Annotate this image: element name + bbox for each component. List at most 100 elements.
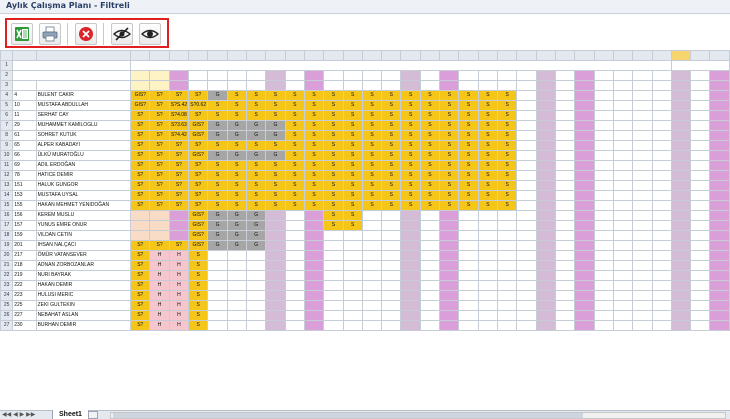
column-header[interactable]: [323, 50, 344, 61]
shift-cell[interactable]: [419, 290, 441, 301]
row-header[interactable]: 22: [0, 270, 14, 281]
shift-cell[interactable]: [574, 200, 595, 211]
shift-cell[interactable]: [342, 250, 363, 261]
shift-cell[interactable]: [651, 200, 672, 211]
shift-cell[interactable]: S: [245, 200, 267, 211]
day-header-cell[interactable]: [670, 80, 692, 91]
shift-cell[interactable]: S: [265, 90, 286, 101]
shift-cell[interactable]: [323, 310, 344, 321]
shift-cell[interactable]: [458, 210, 479, 221]
shift-cell[interactable]: [709, 320, 730, 331]
shift-cell[interactable]: S?S.42: [168, 100, 190, 111]
shift-cell[interactable]: S: [381, 150, 402, 161]
shift-cell[interactable]: S: [323, 100, 344, 111]
shift-cell[interactable]: [477, 220, 499, 231]
shift-cell[interactable]: [265, 300, 286, 311]
date-header-cell[interactable]: [516, 70, 537, 81]
sicil-cell[interactable]: 65: [12, 140, 37, 151]
name-cell[interactable]: BULENT CAKIR: [35, 90, 132, 101]
name-cell[interactable]: ÖMÜR VATANSEVER: [35, 250, 132, 261]
shift-cell[interactable]: S: [226, 140, 247, 151]
shift-cell[interactable]: [226, 250, 247, 261]
shift-cell[interactable]: [400, 310, 421, 321]
shift-cell[interactable]: S: [361, 170, 383, 181]
sicil-cell[interactable]: 222: [12, 280, 37, 291]
shift-cell[interactable]: [342, 260, 363, 271]
row-header[interactable]: 15: [0, 200, 14, 211]
shift-cell[interactable]: [323, 270, 344, 281]
shift-cell[interactable]: [612, 120, 634, 131]
shift-cell[interactable]: S: [381, 100, 402, 111]
shift-cell[interactable]: S: [361, 180, 383, 191]
row-header[interactable]: 12: [0, 170, 14, 181]
shift-cell[interactable]: S: [188, 280, 209, 291]
shift-cell[interactable]: S: [303, 180, 325, 191]
shift-cell[interactable]: S: [226, 200, 247, 211]
shift-cell[interactable]: [612, 280, 634, 291]
date-header-cell[interactable]: [303, 70, 325, 81]
shift-cell[interactable]: [516, 120, 537, 131]
select-all-corner[interactable]: [0, 50, 14, 61]
name-cell[interactable]: NURI BAYRAK: [35, 270, 132, 281]
shift-cell[interactable]: [323, 320, 344, 331]
shift-cell[interactable]: [651, 320, 672, 331]
shift-cell[interactable]: [207, 300, 228, 311]
date-header-cell[interactable]: [207, 70, 228, 81]
shift-cell[interactable]: [709, 270, 730, 281]
shift-cell[interactable]: [670, 140, 692, 151]
date-header-cell[interactable]: [168, 70, 190, 81]
column-header[interactable]: [593, 50, 614, 61]
shift-cell[interactable]: S: [284, 200, 305, 211]
shift-cell[interactable]: [458, 270, 479, 281]
shift-cell[interactable]: [323, 230, 344, 241]
shift-cell[interactable]: [632, 140, 653, 151]
shift-cell[interactable]: [593, 100, 614, 111]
shift-cell[interactable]: [651, 250, 672, 261]
shift-cell[interactable]: GIS?: [188, 230, 209, 241]
shift-cell[interactable]: S: [361, 90, 383, 101]
row-header[interactable]: 18: [0, 230, 14, 241]
shift-cell[interactable]: [612, 180, 634, 191]
shift-cell[interactable]: S?: [149, 200, 170, 211]
shift-cell[interactable]: [690, 310, 711, 321]
shift-cell[interactable]: GIS?: [188, 210, 209, 221]
column-header[interactable]: [361, 50, 383, 61]
shift-cell[interactable]: [439, 290, 460, 301]
shift-cell[interactable]: [323, 300, 344, 311]
row-header[interactable]: 2: [0, 70, 14, 81]
shift-cell[interactable]: [419, 300, 441, 311]
column-header[interactable]: [12, 50, 37, 61]
shift-cell[interactable]: [535, 280, 556, 291]
date-header-cell[interactable]: [323, 70, 344, 81]
shift-cell[interactable]: S?: [168, 90, 190, 101]
shift-cell[interactable]: [400, 270, 421, 281]
shift-cell[interactable]: H: [149, 310, 170, 321]
shift-cell[interactable]: S: [361, 190, 383, 201]
shift-cell[interactable]: [612, 270, 634, 281]
shift-cell[interactable]: [477, 300, 499, 311]
shift-cell[interactable]: S?: [188, 170, 209, 181]
shift-cell[interactable]: S: [342, 160, 363, 171]
shift-cell[interactable]: S: [284, 160, 305, 171]
shift-cell[interactable]: S: [226, 90, 247, 101]
shift-cell[interactable]: S: [439, 200, 460, 211]
sicil-cell[interactable]: 69: [12, 160, 37, 171]
day-header-cell[interactable]: [477, 80, 499, 91]
shift-cell[interactable]: [535, 320, 556, 331]
shift-cell[interactable]: [574, 210, 595, 221]
shift-cell[interactable]: [690, 170, 711, 181]
shift-cell[interactable]: [516, 110, 537, 121]
shift-cell[interactable]: [632, 120, 653, 131]
close-button[interactable]: [75, 23, 97, 45]
shift-cell[interactable]: [574, 180, 595, 191]
day-header-cell[interactable]: [593, 80, 614, 91]
shift-cell[interactable]: [709, 160, 730, 171]
shift-cell[interactable]: [670, 300, 692, 311]
shift-cell[interactable]: [535, 90, 556, 101]
shift-cell[interactable]: H: [149, 270, 170, 281]
shift-cell[interactable]: GIS?: [130, 100, 151, 111]
shift-cell[interactable]: [574, 240, 595, 251]
shift-cell[interactable]: [439, 270, 460, 281]
shift-cell[interactable]: [593, 220, 614, 231]
shift-cell[interactable]: S: [400, 190, 421, 201]
